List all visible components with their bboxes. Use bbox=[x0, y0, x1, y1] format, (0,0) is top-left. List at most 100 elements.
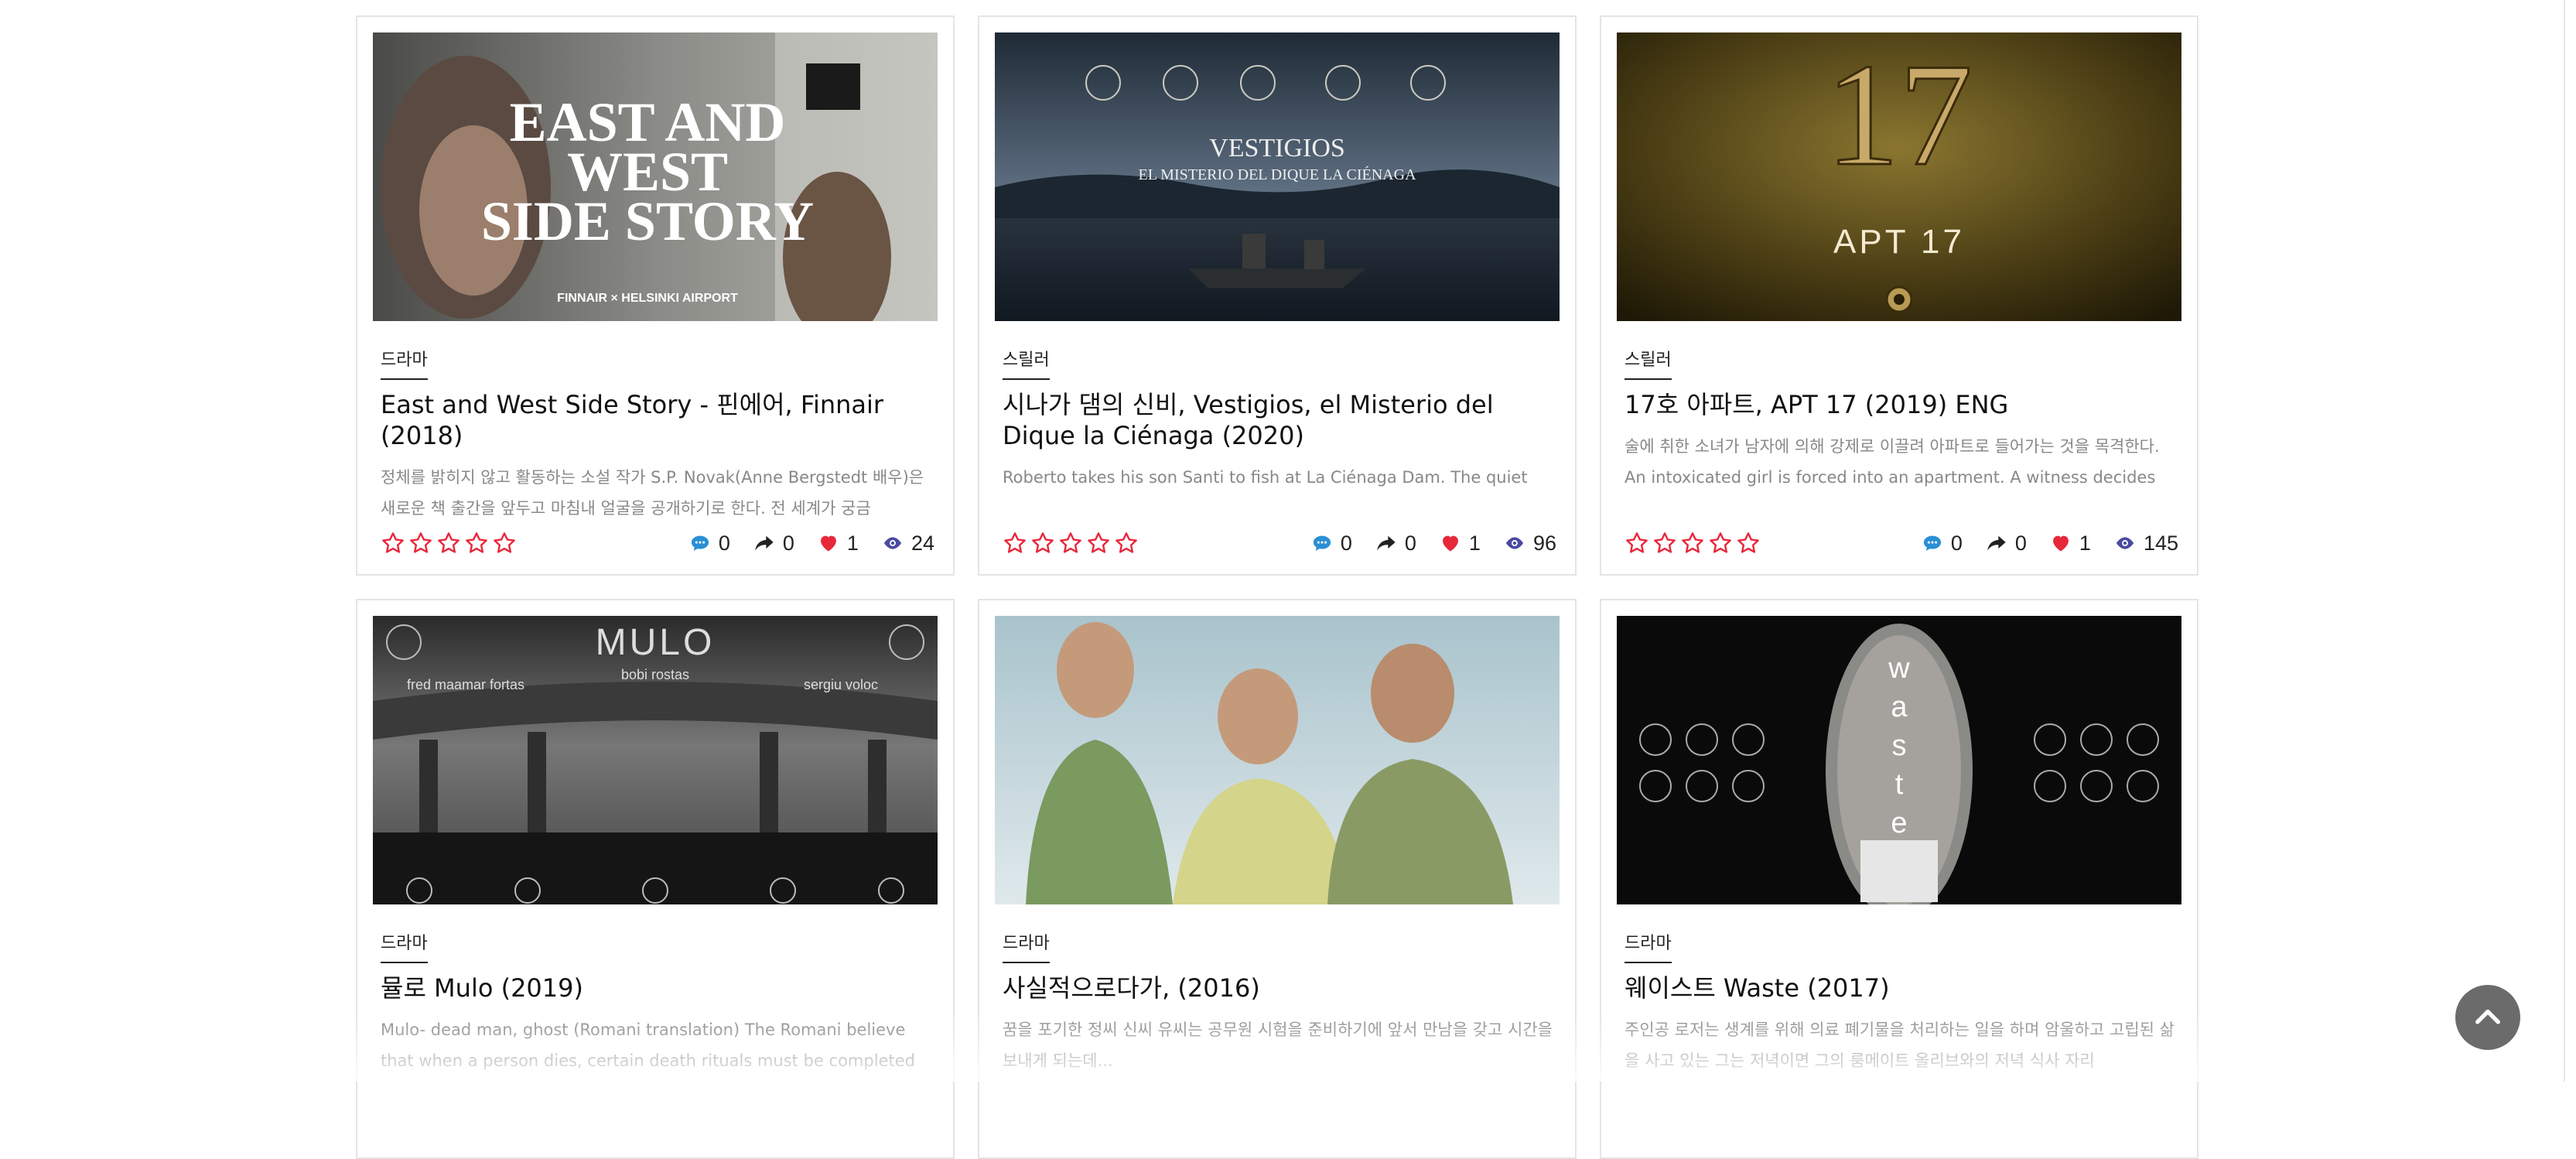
poster-title: VESTIGIOS bbox=[1209, 134, 1345, 162]
genre-tag[interactable]: 드라마 bbox=[1625, 929, 1672, 963]
poster-title: MULO bbox=[596, 622, 716, 663]
like-stat[interactable]: 1 bbox=[1440, 532, 1481, 556]
view-stat: 24 bbox=[882, 532, 934, 556]
poster-letter-w: w bbox=[1888, 652, 1910, 685]
movie-card: VESTIGIOS EL MISTERIO DEL DIQUE LA CIÉNA… bbox=[978, 15, 1577, 576]
star-outline-icon[interactable] bbox=[1058, 531, 1083, 556]
like-count: 1 bbox=[2079, 531, 2091, 555]
comment-stat[interactable]: 0 bbox=[1311, 532, 1352, 556]
share-count: 0 bbox=[2014, 531, 2027, 555]
card-stats: 0 0 1 145 bbox=[1922, 532, 2178, 556]
movie-description: Roberto takes his son Santi to fish at L… bbox=[1003, 468, 1528, 487]
star-outline-icon[interactable] bbox=[1736, 531, 1761, 556]
share-icon bbox=[755, 535, 774, 551]
movie-thumbnail[interactable]: MULO bobi rostas fred maamar fortas serg… bbox=[373, 616, 938, 904]
comment-icon bbox=[1313, 535, 1331, 551]
movie-description: 술에 취한 소녀가 남자에 의해 강제로 이끌려 아파트로 들어가는 것을 목격… bbox=[1625, 437, 2160, 487]
movie-title[interactable]: East and West Side Story - 핀에어, Finnair … bbox=[381, 389, 934, 451]
share-count: 0 bbox=[1404, 531, 1416, 555]
view-count: 24 bbox=[910, 531, 934, 555]
comment-stat[interactable]: 0 bbox=[1922, 532, 1963, 556]
poster-subtitle: EL MISTERIO DEL DIQUE LA CIÉNAGA bbox=[1138, 166, 1416, 183]
genre-tag[interactable]: 스릴러 bbox=[1003, 346, 1050, 380]
poster-mulo: MULO bobi rostas fred maamar fortas serg… bbox=[373, 616, 938, 904]
star-outline-icon[interactable] bbox=[1708, 531, 1733, 556]
star-outline-icon[interactable] bbox=[1680, 531, 1705, 556]
poster-title: APT 17 bbox=[1833, 223, 1965, 261]
movie-thumbnail[interactable]: EAST AND WEST SIDE STORY FINNAIR × HELSI… bbox=[373, 32, 938, 321]
movie-card: 드라마 사실적으로다가, (2016) 꿈을 포기한 정씨 신씨 유씨는 공무원… bbox=[978, 599, 1577, 1159]
movie-thumbnail[interactable]: 17 APT 17 bbox=[1617, 32, 2181, 321]
movie-thumbnail[interactable]: VESTIGIOS EL MISTERIO DEL DIQUE LA CIÉNA… bbox=[995, 32, 1560, 321]
movie-thumbnail[interactable] bbox=[995, 616, 1560, 904]
poster-letter-e: e bbox=[1891, 807, 1907, 839]
poster-credit-3: sergiu voloc bbox=[804, 677, 878, 692]
movie-title[interactable]: 17호 아파트, APT 17 (2019) ENG bbox=[1625, 389, 2178, 420]
star-outline-icon[interactable] bbox=[1625, 531, 1649, 556]
share-stat[interactable]: 0 bbox=[1986, 532, 2027, 556]
movie-card: EAST AND WEST SIDE STORY FINNAIR × HELSI… bbox=[356, 15, 955, 576]
view-count: 145 bbox=[2143, 531, 2178, 555]
rating-stars[interactable] bbox=[381, 531, 517, 556]
comment-count: 0 bbox=[1950, 531, 1963, 555]
poster-waste: w a s t e bbox=[1617, 616, 2181, 904]
eye-icon bbox=[883, 537, 902, 549]
genre-tag[interactable]: 드라마 bbox=[381, 929, 428, 963]
movie-title[interactable]: 웨이스트 Waste (2017) bbox=[1625, 973, 2178, 1003]
comment-icon bbox=[1923, 535, 1941, 551]
star-outline-icon[interactable] bbox=[464, 531, 489, 556]
poster-title-line-3: SIDE STORY bbox=[481, 190, 814, 252]
comment-count: 0 bbox=[1340, 531, 1352, 555]
star-outline-icon[interactable] bbox=[1114, 531, 1139, 556]
poster-caption: FINNAIR × HELSINKI AIRPORT bbox=[557, 292, 738, 305]
comment-stat[interactable]: 0 bbox=[689, 532, 730, 556]
rating-stars[interactable] bbox=[1003, 531, 1139, 556]
movie-title[interactable]: 사실적으로다가, (2016) bbox=[1003, 973, 1556, 1003]
genre-tag[interactable]: 드라마 bbox=[1003, 929, 1050, 963]
star-outline-icon[interactable] bbox=[436, 531, 461, 556]
star-outline-icon[interactable] bbox=[1030, 531, 1055, 556]
share-icon bbox=[1377, 535, 1396, 551]
movie-thumbnail[interactable]: w a s t e bbox=[1617, 616, 2181, 904]
star-outline-icon[interactable] bbox=[1652, 531, 1677, 556]
movie-title[interactable]: 시나가 댐의 신비, Vestigios, el Misterio del Di… bbox=[1003, 389, 1556, 451]
poster-letter-t: t bbox=[1895, 768, 1904, 801]
card-meta: 0 0 1 145 bbox=[1625, 528, 2178, 559]
poster-realistic bbox=[995, 616, 1560, 904]
eye-icon bbox=[1505, 537, 1524, 549]
movie-card: 17 APT 17 스릴러 17호 아파트, APT 17 (2019) ENG… bbox=[1600, 15, 2198, 576]
movie-description: 정체를 밝히지 않고 활동하는 소설 작가 S.P. Novak(Anne Be… bbox=[381, 468, 924, 518]
movie-card: MULO bobi rostas fred maamar fortas serg… bbox=[356, 599, 955, 1159]
poster-number: 17 bbox=[1826, 34, 1973, 197]
card-meta: 0 0 1 96 bbox=[1003, 528, 1556, 559]
share-stat[interactable]: 0 bbox=[753, 532, 794, 556]
like-stat[interactable]: 1 bbox=[818, 532, 859, 556]
card-meta: 0 0 1 24 bbox=[381, 528, 934, 559]
genre-tag[interactable]: 스릴러 bbox=[1625, 346, 1672, 380]
heart-icon bbox=[1443, 535, 1458, 552]
heart-icon bbox=[2052, 535, 2069, 552]
scroll-to-top-button[interactable] bbox=[2455, 985, 2520, 1050]
like-count: 1 bbox=[1468, 531, 1481, 555]
poster-credit-2: fred maamar fortas bbox=[407, 677, 524, 692]
like-stat[interactable]: 1 bbox=[2050, 532, 2091, 556]
star-outline-icon[interactable] bbox=[408, 531, 433, 556]
view-stat: 96 bbox=[1504, 532, 1556, 556]
rating-stars[interactable] bbox=[1625, 531, 1761, 556]
chevron-up-icon bbox=[2475, 1009, 2500, 1024]
genre-tag[interactable]: 드라마 bbox=[381, 346, 428, 380]
movie-card: w a s t e 드라마 웨이스트 Waste (2017) 주인공 로저는 … bbox=[1600, 599, 2198, 1159]
poster-vestigios: VESTIGIOS EL MISTERIO DEL DIQUE LA CIÉNA… bbox=[995, 32, 1560, 321]
card-stats: 0 0 1 96 bbox=[1311, 532, 1556, 556]
star-outline-icon[interactable] bbox=[381, 531, 405, 556]
movie-title[interactable]: 뮬로 Mulo (2019) bbox=[381, 973, 934, 1003]
star-outline-icon[interactable] bbox=[1086, 531, 1111, 556]
poster-apt17: 17 APT 17 bbox=[1617, 32, 2181, 321]
poster-letter-s: s bbox=[1892, 730, 1907, 762]
star-outline-icon[interactable] bbox=[1003, 531, 1027, 556]
share-stat[interactable]: 0 bbox=[1375, 532, 1416, 556]
star-outline-icon[interactable] bbox=[492, 531, 517, 556]
view-count: 96 bbox=[1532, 531, 1556, 555]
poster-east-west: EAST AND WEST SIDE STORY FINNAIR × HELSI… bbox=[373, 32, 938, 321]
scrollbar-track[interactable] bbox=[2564, 0, 2565, 1082]
